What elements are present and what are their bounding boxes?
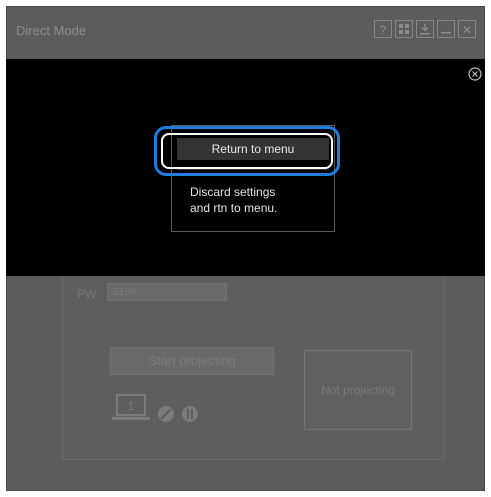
window-title: Direct Mode: [16, 23, 87, 38]
minimize-icon: [441, 32, 451, 34]
pw-label: PW: [77, 287, 97, 301]
grid-button[interactable]: [395, 20, 413, 38]
minimize-button[interactable]: [437, 20, 455, 38]
projection-status: Not projecting: [304, 350, 412, 430]
close-icon: ✕: [461, 23, 473, 37]
close-overlay-icon[interactable]: [468, 67, 482, 81]
device-row: 1: [111, 393, 199, 423]
discard-line-2: and rtn to menu.: [190, 201, 278, 215]
grid-icon: [399, 24, 409, 34]
pw-field[interactable]: 2196: [107, 283, 227, 301]
laptop-icon: 1: [112, 394, 150, 420]
title-bar-buttons: ? ✕: [374, 20, 476, 38]
help-icon: ?: [379, 23, 387, 37]
focus-highlight-ring: [154, 126, 340, 176]
close-button[interactable]: ✕: [458, 20, 476, 38]
equalizer-icon[interactable]: [181, 405, 199, 423]
connection-panel: PW 2196 Start projecting Not projecting …: [62, 272, 445, 460]
focus-highlight-inner: [161, 133, 333, 169]
help-button[interactable]: ?: [374, 20, 392, 38]
mute-icon[interactable]: [157, 405, 175, 423]
start-projecting-button[interactable]: Start projecting: [110, 347, 274, 375]
download-icon: [420, 24, 430, 35]
discard-and-return-button[interactable]: Discard settings and rtn to menu.: [190, 184, 277, 216]
screen-number: 1: [128, 399, 135, 413]
title-bar: Direct Mode ? ✕: [7, 7, 484, 59]
discard-line-1: Discard settings: [190, 185, 276, 199]
download-button[interactable]: [416, 20, 434, 38]
